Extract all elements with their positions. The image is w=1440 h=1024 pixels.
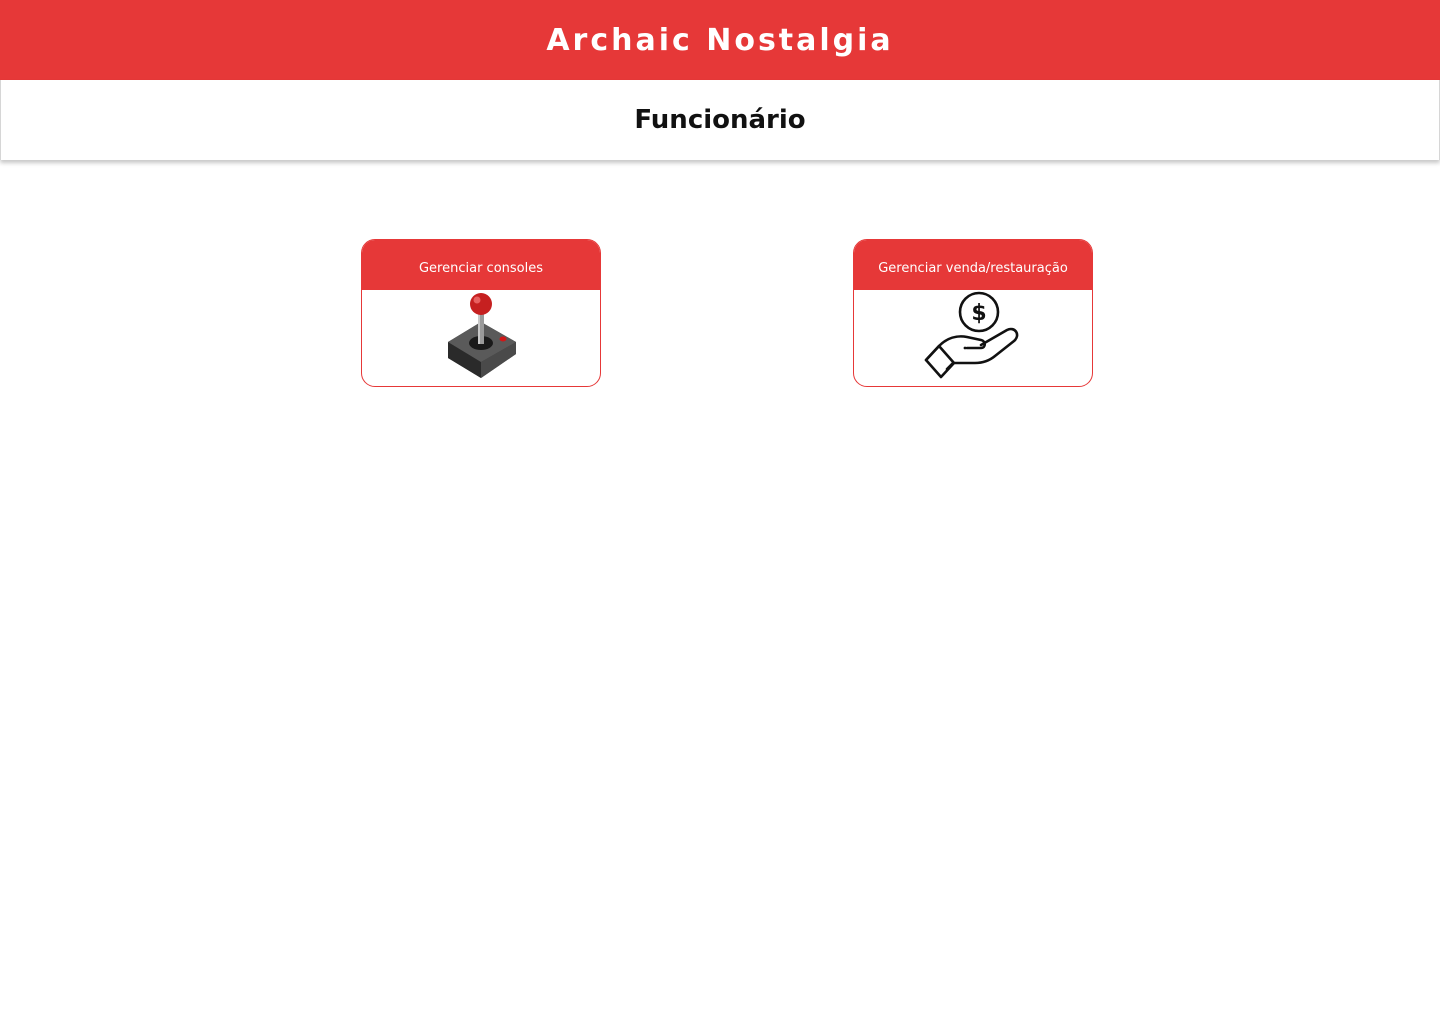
brand-title: Archaic Nostalgia [546, 22, 894, 58]
card-label: Gerenciar consoles [418, 260, 544, 276]
card-body: $ [854, 290, 1092, 386]
joystick-icon [448, 293, 516, 378]
card-header: Gerenciar venda/restauração [854, 240, 1092, 290]
card-header: Gerenciar consoles [362, 240, 600, 290]
page-header: Funcionário [0, 80, 1440, 160]
card-label: Gerenciar venda/restauração [878, 260, 1068, 276]
svg-text:$: $ [971, 301, 986, 326]
top-bar: Archaic Nostalgia [0, 0, 1440, 80]
card-body [362, 290, 600, 386]
manage-sales-card[interactable]: Gerenciar venda/restauração $ [853, 239, 1093, 387]
money-hand-icon: $ [924, 291, 1019, 379]
page-title: Funcionário [634, 105, 806, 135]
manage-consoles-card[interactable]: Gerenciar consoles [361, 239, 601, 387]
